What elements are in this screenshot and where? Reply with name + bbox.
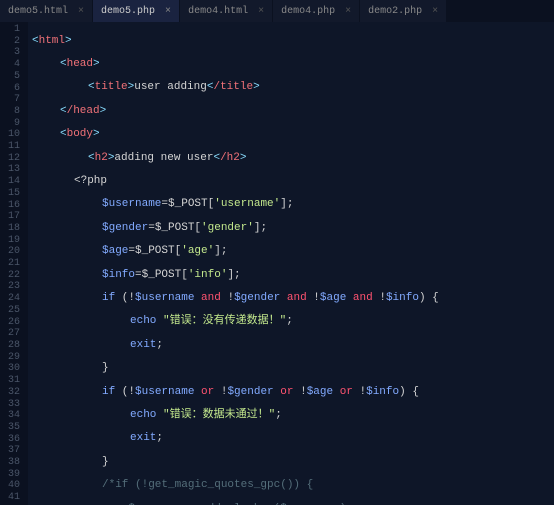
line-gutter: 1234567891011121314151617181920212223242… — [0, 22, 28, 505]
close-icon[interactable]: × — [165, 6, 171, 17]
tab-demo4-html[interactable]: demo4.html× — [180, 0, 273, 22]
code-editor[interactable]: 1234567891011121314151617181920212223242… — [0, 22, 554, 505]
code-area[interactable]: <html> <head> <title>user adding</title>… — [28, 22, 554, 505]
close-icon[interactable]: × — [345, 6, 351, 17]
tab-demo5-php[interactable]: demo5.php× — [93, 0, 180, 22]
close-icon[interactable]: × — [432, 6, 438, 17]
tab-demo5-html[interactable]: demo5.html× — [0, 0, 93, 22]
close-icon[interactable]: × — [78, 6, 84, 17]
close-icon[interactable]: × — [258, 6, 264, 17]
tab-demo4-php[interactable]: demo4.php× — [273, 0, 360, 22]
tab-bar: demo5.html× demo5.php× demo4.html× demo4… — [0, 0, 554, 22]
tab-demo2-php[interactable]: demo2.php× — [360, 0, 447, 22]
